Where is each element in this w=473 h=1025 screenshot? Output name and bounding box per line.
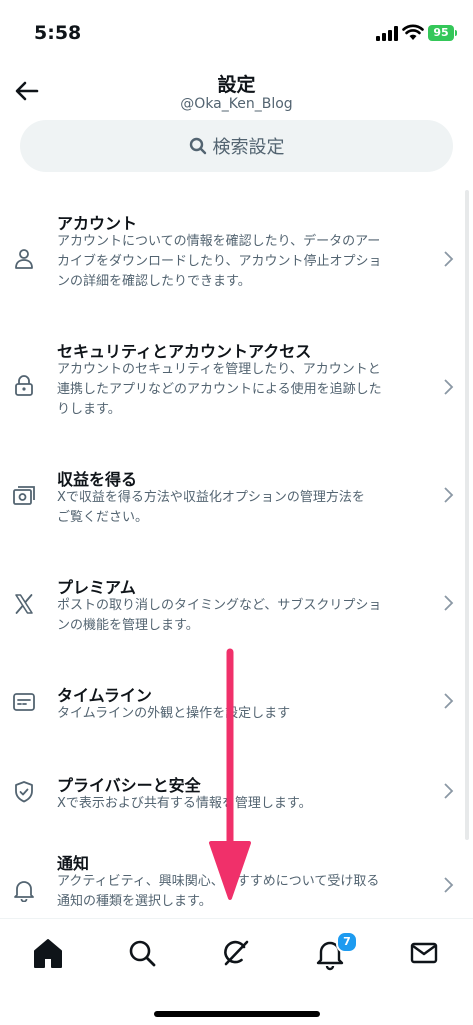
chevron-right-icon (444, 783, 454, 799)
search-icon (189, 137, 206, 155)
money-icon (13, 486, 35, 505)
settings-item-monetization[interactable]: 収益を得る Xで収益を得る方法や収益化オプションの管理方法を ご覧ください。 (0, 456, 460, 546)
home-icon (34, 939, 62, 968)
scroll-down-arrow-icon (209, 648, 251, 900)
search-settings-input[interactable]: 検索設定 (20, 120, 453, 172)
search-placeholder: 検索設定 (212, 137, 285, 158)
chevron-right-icon (444, 379, 454, 395)
shield-icon (15, 781, 33, 803)
page-title: 設定 (217, 74, 256, 96)
tab-home[interactable] (26, 931, 70, 975)
chevron-right-icon (444, 595, 454, 611)
signal-icon (376, 26, 398, 41)
settings-item-description: Xで収益を得る方法や収益化オプションの管理方法を ご覧ください。 (57, 490, 365, 525)
person-icon (15, 249, 33, 269)
username: @Oka_Ken_Blog (180, 96, 293, 112)
bottom-tab-bar: 7 (0, 918, 473, 1025)
chevron-right-icon (444, 251, 454, 267)
settings-item-security[interactable]: セキュリティとアカウントアクセス アカウントのセキュリティを管理したり、アカウン… (0, 328, 460, 438)
settings-item-account[interactable]: アカウント アカウントについての情報を確認したり、データのアー カイブをダウンロー… (0, 200, 460, 310)
x-logo-icon (15, 594, 33, 614)
home-indicator (154, 1011, 320, 1017)
status-bar: 5:58 95 (0, 0, 473, 60)
tab-search[interactable] (120, 931, 164, 975)
header: 設定 @Oka_Ken_Blog (0, 64, 473, 120)
scrollbar[interactable] (465, 190, 469, 840)
mail-icon (410, 942, 438, 964)
settings-item-label: アカウント (57, 214, 138, 233)
tab-messages[interactable] (402, 931, 446, 975)
bell-icon (14, 881, 34, 902)
settings-item-description: アカウントのセキュリティを管理したり、アカウントと 連携したアプリなどのアカウント… (57, 362, 382, 417)
timeline-icon (13, 693, 35, 711)
battery-level: 95 (433, 26, 449, 39)
settings-item-description: ポストの取り消しのタイミングなど、サブスクリプショ ンの機能を管理します。 (57, 598, 382, 633)
settings-item-label: 通知 (57, 854, 90, 873)
tab-grok[interactable] (214, 931, 258, 975)
chevron-right-icon (444, 877, 454, 893)
wifi-icon (402, 24, 424, 40)
chevron-right-icon (444, 487, 454, 503)
battery-icon: 95 (428, 25, 457, 41)
settings-item-description: アカウントについての情報を確認したり、データのアー カイブをダウンロードしたり、ア… (57, 234, 382, 289)
settings-item-label: 収益を得る (57, 470, 138, 489)
notification-badge: 7 (336, 931, 358, 953)
status-time: 5:58 (34, 22, 82, 44)
chevron-right-icon (444, 693, 454, 709)
settings-item-premium[interactable]: プレミアム ポストの取り消しのタイミングなど、サブスクリプショ ンの機能を管理しま… (0, 564, 460, 654)
settings-item-label: セキュリティとアカウントアクセス (57, 342, 312, 361)
settings-item-label: タイムライン (57, 686, 152, 705)
grok-icon (224, 940, 249, 966)
settings-item-label: プレミアム (57, 578, 136, 597)
search-icon (129, 940, 156, 967)
settings-item-label: プライバシーと安全 (57, 776, 201, 795)
lock-icon (15, 375, 33, 396)
